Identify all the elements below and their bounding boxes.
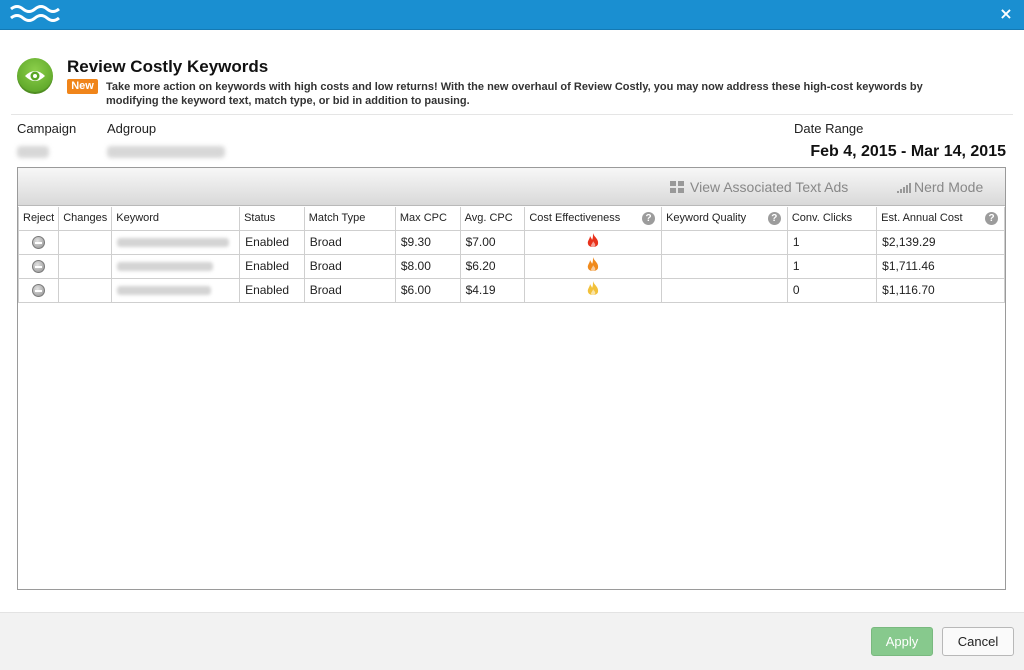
apply-button[interactable]: Apply xyxy=(871,627,933,656)
table-toolbar: View Associated Text Ads Nerd Mode xyxy=(18,168,1005,206)
campaign-label: Campaign xyxy=(17,121,77,136)
reject-cell xyxy=(17,229,60,255)
keyword-quality-cell xyxy=(661,229,788,255)
view-associated-text-ads-button[interactable]: View Associated Text Ads xyxy=(670,179,848,195)
conv-clicks-cell: 1 xyxy=(786,229,878,255)
table-header-row: Reject Changes Keyword Status Match Type… xyxy=(17,207,1005,231)
keyword-redacted xyxy=(117,238,230,248)
table-row: Enabled Broad $8.00 $6.20 1 $1,711.46 xyxy=(17,253,1005,279)
col-header-changes[interactable]: Changes xyxy=(58,207,113,231)
col-header-avg-cpc[interactable]: Avg. CPC xyxy=(459,207,526,231)
annual-cost-cell: $1,711.46 xyxy=(876,253,1005,279)
changes-cell[interactable] xyxy=(58,277,113,303)
table-row: Enabled Broad $6.00 $4.19 0 $1,116.70 xyxy=(17,277,1005,303)
col-header-reject[interactable]: Reject xyxy=(17,207,60,231)
col-header-conv-clicks[interactable]: Conv. Clicks xyxy=(786,207,878,231)
campaign-value-redacted xyxy=(17,146,49,158)
changes-cell[interactable] xyxy=(58,253,113,279)
col-header-max-cpc[interactable]: Max CPC xyxy=(394,207,461,231)
conv-clicks-cell: 1 xyxy=(786,253,878,279)
avg-cpc-cell: $7.00 xyxy=(459,229,526,255)
status-cell: Enabled xyxy=(239,253,305,279)
view-ads-label: View Associated Text Ads xyxy=(690,179,849,195)
col-header-match-type[interactable]: Match Type xyxy=(303,207,396,231)
top-bar: × xyxy=(0,0,1024,30)
max-cpc-cell[interactable]: $8.00 xyxy=(394,253,461,279)
signal-bars-icon xyxy=(897,183,911,193)
avg-cpc-cell: $4.19 xyxy=(459,277,526,303)
cost-effectiveness-cell xyxy=(524,253,663,279)
nerd-mode-label: Nerd Mode xyxy=(914,179,984,195)
max-cpc-cell[interactable]: $6.00 xyxy=(394,277,461,303)
page-title: Review Costly Keywords xyxy=(67,57,269,76)
col-header-label: Cost Effectiveness xyxy=(529,212,621,225)
keyword-cell[interactable] xyxy=(111,277,241,303)
help-icon[interactable]: ? xyxy=(985,212,998,225)
keyword-quality-cell xyxy=(661,277,788,303)
keywords-table-frame: View Associated Text Ads Nerd Mode Rejec… xyxy=(17,167,1006,590)
col-header-label: Est. Annual Cost xyxy=(881,212,963,225)
cost-effectiveness-cell xyxy=(524,229,663,255)
status-cell: Enabled xyxy=(239,229,305,255)
match-type-cell[interactable]: Broad xyxy=(303,277,396,303)
col-header-keyword[interactable]: Keyword xyxy=(111,207,241,231)
close-icon[interactable]: × xyxy=(998,6,1014,22)
help-icon[interactable]: ? xyxy=(642,212,656,225)
table-row: Enabled Broad $9.30 $7.00 1 $2,139.29 xyxy=(17,229,1005,255)
feature-description: Take more action on keywords with high c… xyxy=(106,81,923,107)
avg-cpc-cell: $6.20 xyxy=(459,253,526,279)
annual-cost-cell: $2,139.29 xyxy=(876,229,1005,255)
reject-cell xyxy=(17,277,60,303)
grid-icon xyxy=(670,181,684,193)
match-type-cell[interactable]: Broad xyxy=(303,253,396,279)
date-range-label: Date Range xyxy=(794,121,864,136)
flame-icon xyxy=(587,256,599,271)
wave-logo-icon xyxy=(10,5,60,22)
cost-effectiveness-cell xyxy=(524,277,663,303)
keyword-cell[interactable] xyxy=(111,253,241,279)
help-icon[interactable]: ? xyxy=(767,212,781,225)
adgroup-label: Adgroup xyxy=(107,121,157,136)
keyword-cell[interactable] xyxy=(111,229,241,255)
col-header-status[interactable]: Status xyxy=(239,207,305,231)
adgroup-value-redacted xyxy=(107,146,225,158)
keyword-redacted xyxy=(117,262,214,272)
reject-icon[interactable] xyxy=(32,284,46,298)
match-type-cell[interactable]: Broad xyxy=(303,229,396,255)
col-header-cost-effectiveness[interactable]: Cost Effectiveness? xyxy=(524,207,663,231)
annual-cost-cell: $1,116.70 xyxy=(876,277,1005,303)
flame-icon xyxy=(587,280,599,295)
col-header-keyword-quality[interactable]: Keyword Quality? xyxy=(661,207,788,231)
keywords-table: Reject Changes Keyword Status Match Type… xyxy=(17,207,1005,303)
new-badge: New xyxy=(67,79,98,94)
reject-icon[interactable] xyxy=(32,236,46,250)
reject-cell xyxy=(17,253,60,279)
eye-icon xyxy=(17,58,53,94)
max-cpc-cell[interactable]: $9.30 xyxy=(394,229,461,255)
col-header-est-annual-cost[interactable]: Est. Annual Cost? xyxy=(876,207,1005,231)
status-cell: Enabled xyxy=(239,277,305,303)
nerd-mode-button[interactable]: Nerd Mode xyxy=(897,179,983,195)
keyword-quality-cell xyxy=(661,253,788,279)
reject-icon[interactable] xyxy=(32,260,46,274)
cancel-button[interactable]: Cancel xyxy=(942,627,1014,656)
keyword-redacted xyxy=(117,286,212,296)
conv-clicks-cell: 0 xyxy=(786,277,878,303)
flame-icon xyxy=(587,232,599,247)
date-range-value: Feb 4, 2015 - Mar 14, 2015 xyxy=(810,143,1006,160)
col-header-label: Keyword Quality xyxy=(666,212,747,225)
changes-cell[interactable] xyxy=(58,229,113,255)
